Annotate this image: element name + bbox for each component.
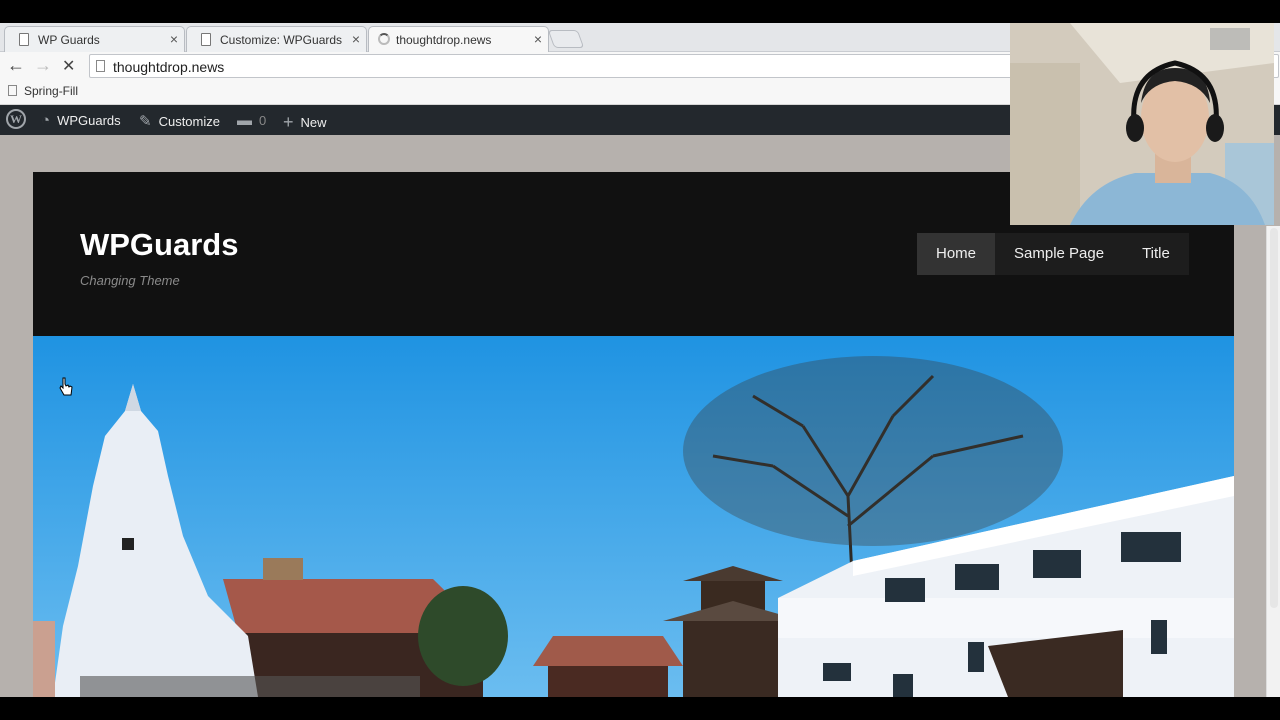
tab-title: WP Guards <box>38 33 100 47</box>
primary-nav: Home Sample Page Title <box>917 233 1189 275</box>
wp-menu[interactable]: W <box>6 109 26 129</box>
tab-title: Customize: WPGuards – <box>220 33 345 47</box>
plus-icon: + <box>283 112 294 132</box>
new-label: New <box>300 115 327 130</box>
tab-customize[interactable]: Customize: WPGuards – × <box>186 26 367 52</box>
page-icon <box>19 33 29 46</box>
comments-count: 0 <box>259 113 267 128</box>
customize-label: Customize <box>158 113 220 129</box>
site-description: Changing Theme <box>80 273 180 288</box>
webcam-video <box>1010 23 1274 225</box>
stop-loading-icon[interactable]: ✕ <box>62 56 75 76</box>
close-tab-icon[interactable]: × <box>534 31 542 47</box>
close-tab-icon[interactable]: × <box>352 31 360 47</box>
bookmark-spring-fill[interactable]: Spring-Fill <box>8 84 78 98</box>
new-content-link[interactable]: + New <box>283 112 327 133</box>
site-name-label: WPGuards <box>57 113 121 128</box>
page-icon <box>8 85 17 96</box>
page-icon <box>201 33 211 46</box>
brush-icon: ✎ <box>139 113 152 130</box>
tab-thoughtdrop[interactable]: thoughtdrop.news × <box>368 26 549 53</box>
wordpress-logo-icon: W <box>6 109 26 129</box>
header-image <box>33 336 1234 697</box>
customize-link[interactable]: ✎ Customize <box>139 112 220 130</box>
temple-photo <box>33 336 1234 697</box>
screen: WP Guards × Customize: WPGuards – × thou… <box>0 0 1280 720</box>
comment-icon: ▬ <box>237 112 252 129</box>
forward-arrow-icon[interactable]: → <box>34 55 52 76</box>
site-container: WPGuards Changing Theme Home Sample Page… <box>33 172 1234 697</box>
hand-cursor-icon <box>59 377 73 396</box>
nav-item-home[interactable]: Home <box>917 233 996 275</box>
close-tab-icon[interactable]: × <box>170 31 178 47</box>
page-icon <box>96 60 105 72</box>
webcam-overlay <box>1010 23 1274 225</box>
tab-title: thoughtdrop.news <box>396 33 492 47</box>
tab-wp-guards[interactable]: WP Guards × <box>4 26 185 52</box>
nav-item-title[interactable]: Title <box>1123 233 1189 275</box>
scrollbar-thumb[interactable] <box>1270 228 1278 608</box>
url-text: thoughtdrop.news <box>113 59 225 75</box>
page-scrollbar[interactable] <box>1266 226 1280 697</box>
site-title[interactable]: WPGuards <box>80 227 238 263</box>
comments-link[interactable]: ▬ 0 <box>237 112 266 129</box>
back-arrow-icon[interactable]: ← <box>7 55 25 76</box>
bookmark-label: Spring-Fill <box>24 84 79 98</box>
nav-item-sample-page[interactable]: Sample Page <box>995 233 1123 275</box>
new-tab-button[interactable] <box>547 30 585 48</box>
site-name-link[interactable]: ◔ WPGuards <box>41 112 121 129</box>
dashboard-icon: ◔ <box>41 112 51 129</box>
loading-spinner-icon <box>378 33 390 45</box>
